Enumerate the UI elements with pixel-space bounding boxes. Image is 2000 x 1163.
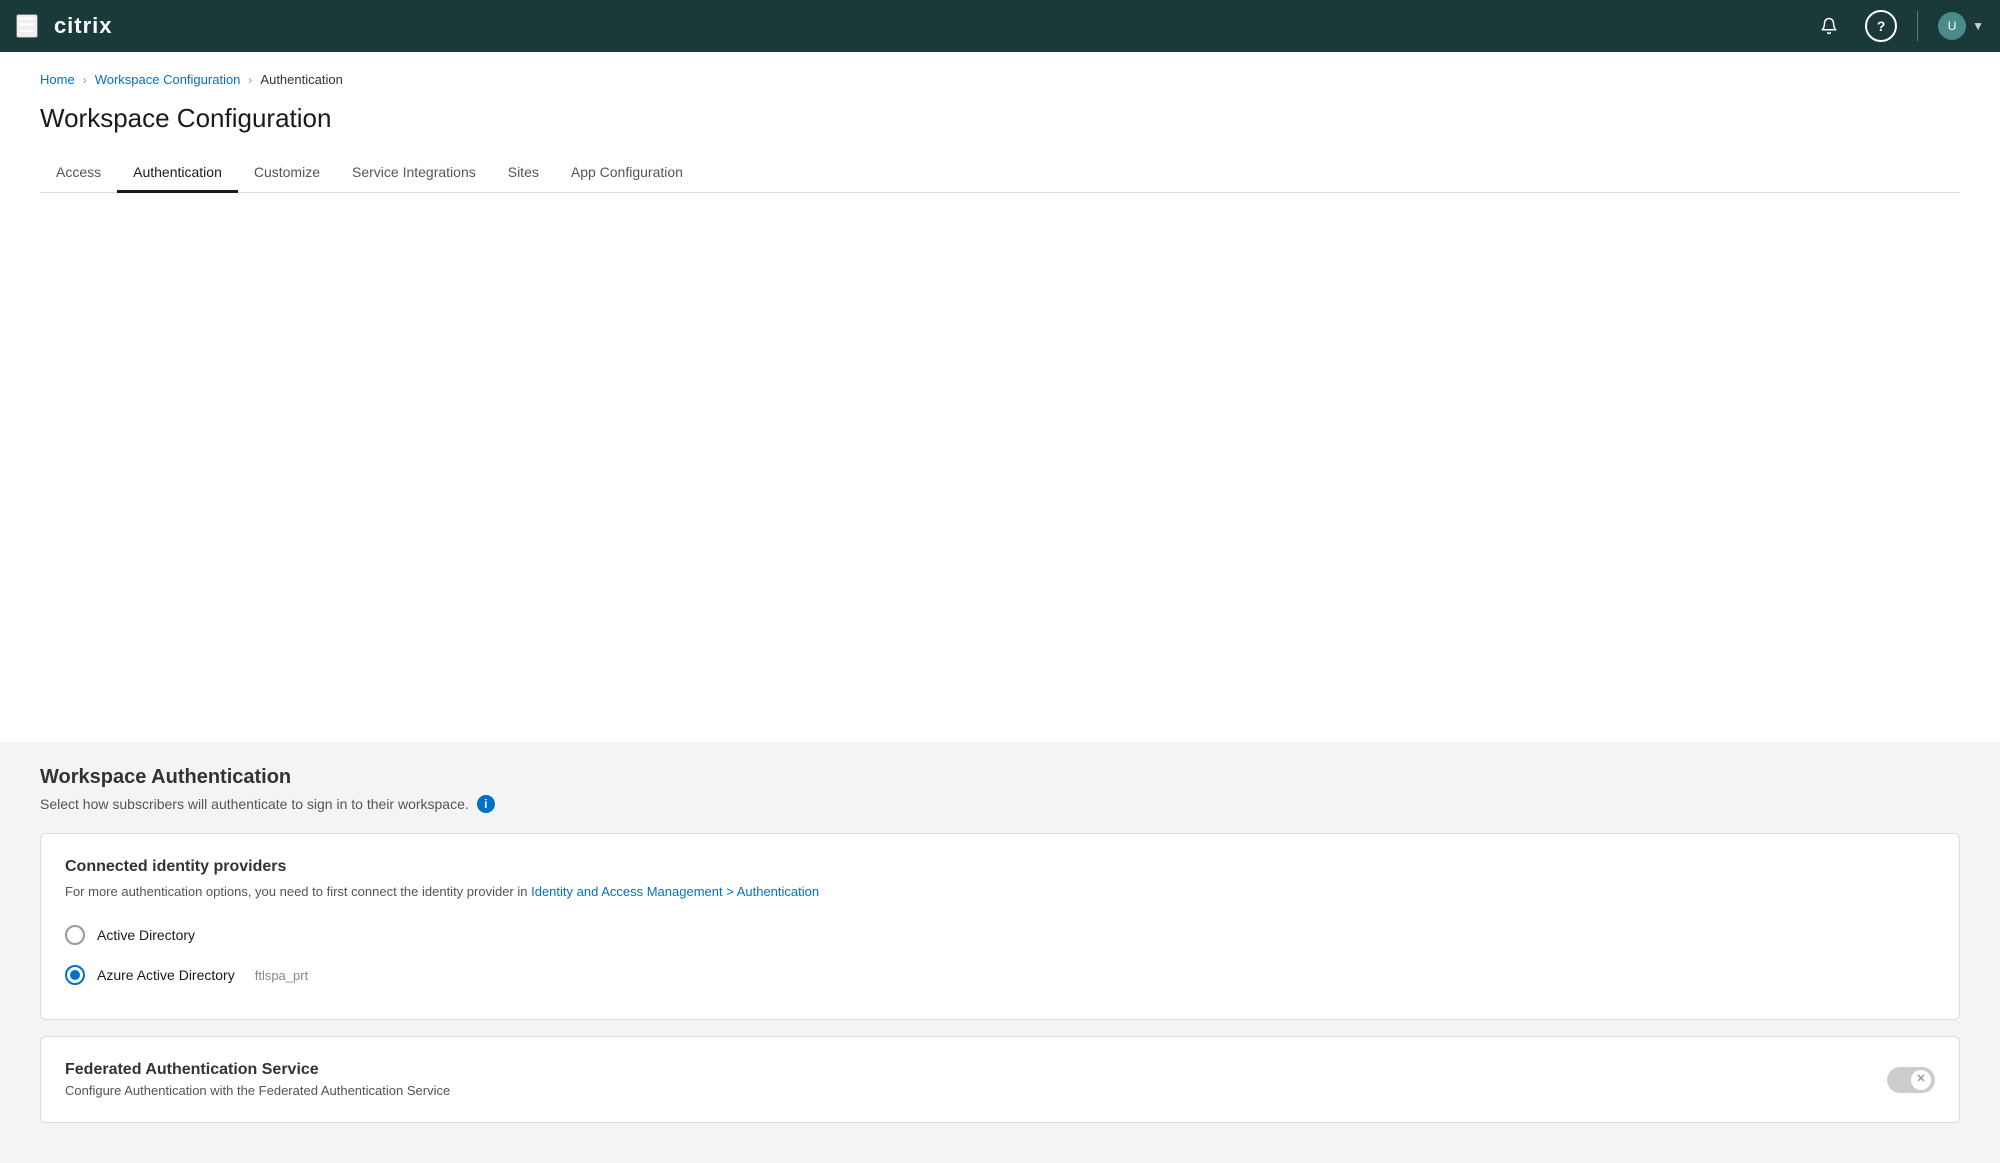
page-title: Workspace Configuration — [40, 103, 1960, 134]
tab-service-integrations[interactable]: Service Integrations — [336, 154, 492, 193]
card-subtitle-text: For more authentication options, you nee… — [65, 884, 531, 899]
notifications-button[interactable] — [1813, 10, 1845, 42]
azure-ad-radio[interactable] — [65, 965, 85, 985]
avatar: U — [1938, 12, 1966, 40]
citrix-logo: citrix — [54, 13, 113, 39]
toggle-track: ✕ — [1887, 1067, 1935, 1093]
tabs-bar: Access Authentication Customize Service … — [40, 154, 1960, 193]
section-subtitle: Select how subscribers will authenticate… — [40, 795, 1960, 813]
azure-ad-sublabel: ftlspa_prt — [255, 968, 308, 983]
tab-customize[interactable]: Customize — [238, 154, 336, 193]
federated-toggle[interactable]: ✕ — [1887, 1067, 1935, 1093]
user-menu[interactable]: U ▼ — [1938, 12, 1984, 40]
nav-divider — [1917, 11, 1918, 41]
active-directory-radio[interactable] — [65, 925, 85, 945]
breadcrumb-home[interactable]: Home — [40, 72, 75, 87]
tab-app-configuration[interactable]: App Configuration — [555, 154, 699, 193]
breadcrumb: Home › Workspace Configuration › Authent… — [40, 72, 1960, 87]
federated-title: Federated Authentication Service — [65, 1061, 450, 1079]
iam-auth-link[interactable]: Identity and Access Management > Authent… — [531, 884, 819, 899]
card-subtitle: For more authentication options, you nee… — [65, 884, 1935, 899]
breadcrumb-current: Authentication — [260, 72, 342, 87]
breadcrumb-workspace-config[interactable]: Workspace Configuration — [95, 72, 241, 87]
tab-authentication[interactable]: Authentication — [117, 154, 238, 193]
federated-subtitle: Configure Authentication with the Federa… — [65, 1083, 450, 1098]
toggle-thumb: ✕ — [1911, 1070, 1931, 1090]
breadcrumb-sep-1: › — [83, 73, 87, 87]
subtitle-text: Select how subscribers will authenticate… — [40, 796, 469, 812]
azure-ad-label: Azure Active Directory — [97, 967, 235, 983]
toggle-x-icon: ✕ — [1916, 1074, 1925, 1085]
card-title: Connected identity providers — [65, 858, 1935, 876]
tab-sites[interactable]: Sites — [492, 154, 555, 193]
info-icon[interactable]: i — [477, 795, 495, 813]
active-directory-label: Active Directory — [97, 927, 195, 943]
help-button[interactable]: ? — [1865, 10, 1897, 42]
hamburger-menu-button[interactable]: ☰ — [16, 14, 38, 38]
nav-right-section: ? U ▼ — [1813, 10, 1984, 42]
main-content: Home › Workspace Configuration › Authent… — [0, 52, 2000, 742]
top-navigation: ☰ citrix ? U ▼ — [0, 0, 2000, 52]
tab-access[interactable]: Access — [40, 154, 117, 193]
active-directory-option[interactable]: Active Directory — [65, 915, 1935, 955]
azure-active-directory-option[interactable]: Azure Active Directory ftlspa_prt — [65, 955, 1935, 995]
section-title: Workspace Authentication — [40, 766, 1960, 789]
chevron-down-icon: ▼ — [1972, 19, 1984, 33]
federated-card-content: Federated Authentication Service Configu… — [65, 1061, 450, 1098]
breadcrumb-sep-2: › — [248, 73, 252, 87]
section-header: Workspace Authentication Select how subs… — [40, 766, 1960, 813]
connected-providers-card: Connected identity providers For more au… — [40, 833, 1960, 1020]
authentication-section: Workspace Authentication Select how subs… — [0, 742, 2000, 1163]
federated-auth-card: Federated Authentication Service Configu… — [40, 1036, 1960, 1123]
